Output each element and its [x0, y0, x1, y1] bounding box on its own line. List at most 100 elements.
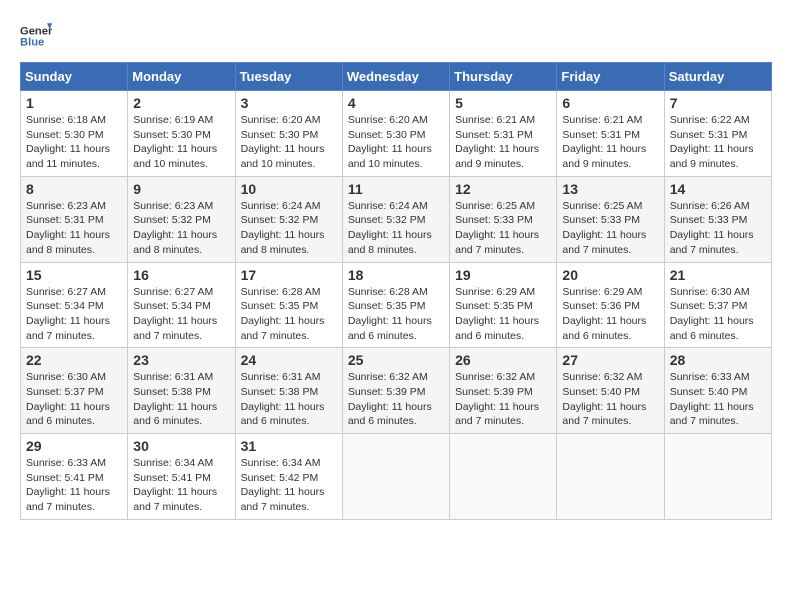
day-number: 3: [241, 95, 337, 111]
logo: General Blue: [20, 20, 52, 52]
day-number: 28: [670, 352, 766, 368]
day-info: Sunrise: 6:24 AMSunset: 5:32 PMDaylight:…: [241, 200, 325, 256]
day-info: Sunrise: 6:34 AMSunset: 5:42 PMDaylight:…: [241, 457, 325, 513]
svg-text:General: General: [20, 25, 52, 37]
day-info: Sunrise: 6:30 AMSunset: 5:37 PMDaylight:…: [26, 371, 110, 427]
day-number: 13: [562, 181, 658, 197]
day-info: Sunrise: 6:18 AMSunset: 5:30 PMDaylight:…: [26, 114, 110, 170]
calendar-cell: 25 Sunrise: 6:32 AMSunset: 5:39 PMDayligh…: [342, 348, 449, 434]
weekday-header-wednesday: Wednesday: [342, 63, 449, 91]
day-number: 20: [562, 267, 658, 283]
calendar-cell: 11 Sunrise: 6:24 AMSunset: 5:32 PMDayligh…: [342, 176, 449, 262]
day-number: 18: [348, 267, 444, 283]
day-info: Sunrise: 6:20 AMSunset: 5:30 PMDaylight:…: [348, 114, 432, 170]
day-number: 25: [348, 352, 444, 368]
calendar-header-row: SundayMondayTuesdayWednesdayThursdayFrid…: [21, 63, 772, 91]
day-info: Sunrise: 6:34 AMSunset: 5:41 PMDaylight:…: [133, 457, 217, 513]
calendar-table: SundayMondayTuesdayWednesdayThursdayFrid…: [20, 62, 772, 520]
day-number: 7: [670, 95, 766, 111]
day-number: 22: [26, 352, 122, 368]
calendar-cell: 22 Sunrise: 6:30 AMSunset: 5:37 PMDayligh…: [21, 348, 128, 434]
day-info: Sunrise: 6:24 AMSunset: 5:32 PMDaylight:…: [348, 200, 432, 256]
day-info: Sunrise: 6:19 AMSunset: 5:30 PMDaylight:…: [133, 114, 217, 170]
page-header: General Blue: [20, 20, 772, 52]
day-number: 31: [241, 438, 337, 454]
calendar-week-3: 15 Sunrise: 6:27 AMSunset: 5:34 PMDayligh…: [21, 262, 772, 348]
calendar-week-4: 22 Sunrise: 6:30 AMSunset: 5:37 PMDayligh…: [21, 348, 772, 434]
day-number: 21: [670, 267, 766, 283]
day-number: 8: [26, 181, 122, 197]
calendar-cell: 15 Sunrise: 6:27 AMSunset: 5:34 PMDayligh…: [21, 262, 128, 348]
day-number: 1: [26, 95, 122, 111]
calendar-cell: [342, 434, 449, 520]
day-info: Sunrise: 6:26 AMSunset: 5:33 PMDaylight:…: [670, 200, 754, 256]
day-number: 9: [133, 181, 229, 197]
calendar-cell: 29 Sunrise: 6:33 AMSunset: 5:41 PMDayligh…: [21, 434, 128, 520]
day-info: Sunrise: 6:32 AMSunset: 5:39 PMDaylight:…: [348, 371, 432, 427]
weekday-header-sunday: Sunday: [21, 63, 128, 91]
day-info: Sunrise: 6:23 AMSunset: 5:32 PMDaylight:…: [133, 200, 217, 256]
weekday-header-monday: Monday: [128, 63, 235, 91]
day-info: Sunrise: 6:28 AMSunset: 5:35 PMDaylight:…: [241, 286, 325, 342]
calendar-body: 1 Sunrise: 6:18 AMSunset: 5:30 PMDaylight…: [21, 91, 772, 520]
weekday-header-saturday: Saturday: [664, 63, 771, 91]
day-info: Sunrise: 6:23 AMSunset: 5:31 PMDaylight:…: [26, 200, 110, 256]
day-number: 29: [26, 438, 122, 454]
calendar-cell: 3 Sunrise: 6:20 AMSunset: 5:30 PMDaylight…: [235, 91, 342, 177]
calendar-cell: 28 Sunrise: 6:33 AMSunset: 5:40 PMDayligh…: [664, 348, 771, 434]
calendar-cell: [664, 434, 771, 520]
day-number: 30: [133, 438, 229, 454]
calendar-cell: 27Sunrise: 6:32 AMSunset: 5:40 PMDayligh…: [557, 348, 664, 434]
day-number: 2: [133, 95, 229, 111]
day-info: Sunrise: 6:25 AMSunset: 5:33 PMDaylight:…: [562, 200, 646, 256]
day-number: 14: [670, 181, 766, 197]
day-info: Sunrise: 6:29 AMSunset: 5:36 PMDaylight:…: [562, 286, 646, 342]
day-info: Sunrise: 6:31 AMSunset: 5:38 PMDaylight:…: [133, 371, 217, 427]
day-number: 6: [562, 95, 658, 111]
calendar-cell: 19Sunrise: 6:29 AMSunset: 5:35 PMDayligh…: [450, 262, 557, 348]
calendar-cell: 26 Sunrise: 6:32 AMSunset: 5:39 PMDayligh…: [450, 348, 557, 434]
day-number: 23: [133, 352, 229, 368]
calendar-cell: 18Sunrise: 6:28 AMSunset: 5:35 PMDayligh…: [342, 262, 449, 348]
weekday-header-tuesday: Tuesday: [235, 63, 342, 91]
calendar-cell: 8 Sunrise: 6:23 AMSunset: 5:31 PMDaylight…: [21, 176, 128, 262]
calendar-cell: 21 Sunrise: 6:30 AMSunset: 5:37 PMDayligh…: [664, 262, 771, 348]
day-info: Sunrise: 6:27 AMSunset: 5:34 PMDaylight:…: [26, 286, 110, 342]
day-number: 11: [348, 181, 444, 197]
day-info: Sunrise: 6:33 AMSunset: 5:41 PMDaylight:…: [26, 457, 110, 513]
day-number: 15: [26, 267, 122, 283]
calendar-cell: 14 Sunrise: 6:26 AMSunset: 5:33 PMDayligh…: [664, 176, 771, 262]
day-number: 16: [133, 267, 229, 283]
day-info: Sunrise: 6:30 AMSunset: 5:37 PMDaylight:…: [670, 286, 754, 342]
day-number: 26: [455, 352, 551, 368]
calendar-cell: 23 Sunrise: 6:31 AMSunset: 5:38 PMDayligh…: [128, 348, 235, 434]
calendar-cell: 31 Sunrise: 6:34 AMSunset: 5:42 PMDayligh…: [235, 434, 342, 520]
calendar-cell: 17Sunrise: 6:28 AMSunset: 5:35 PMDayligh…: [235, 262, 342, 348]
calendar-cell: 7Sunrise: 6:22 AMSunset: 5:31 PMDaylight…: [664, 91, 771, 177]
calendar-week-1: 1 Sunrise: 6:18 AMSunset: 5:30 PMDaylight…: [21, 91, 772, 177]
calendar-week-5: 29 Sunrise: 6:33 AMSunset: 5:41 PMDayligh…: [21, 434, 772, 520]
calendar-week-2: 8 Sunrise: 6:23 AMSunset: 5:31 PMDaylight…: [21, 176, 772, 262]
day-info: Sunrise: 6:21 AMSunset: 5:31 PMDaylight:…: [562, 114, 646, 170]
day-number: 24: [241, 352, 337, 368]
day-info: Sunrise: 6:29 AMSunset: 5:35 PMDaylight:…: [455, 286, 539, 342]
day-info: Sunrise: 6:32 AMSunset: 5:39 PMDaylight:…: [455, 371, 539, 427]
calendar-cell: [557, 434, 664, 520]
calendar-cell: 2 Sunrise: 6:19 AMSunset: 5:30 PMDaylight…: [128, 91, 235, 177]
calendar-cell: 10Sunrise: 6:24 AMSunset: 5:32 PMDayligh…: [235, 176, 342, 262]
day-info: Sunrise: 6:31 AMSunset: 5:38 PMDaylight:…: [241, 371, 325, 427]
calendar-cell: 13 Sunrise: 6:25 AMSunset: 5:33 PMDayligh…: [557, 176, 664, 262]
day-info: Sunrise: 6:20 AMSunset: 5:30 PMDaylight:…: [241, 114, 325, 170]
day-info: Sunrise: 6:27 AMSunset: 5:34 PMDaylight:…: [133, 286, 217, 342]
day-info: Sunrise: 6:33 AMSunset: 5:40 PMDaylight:…: [670, 371, 754, 427]
day-number: 5: [455, 95, 551, 111]
day-info: Sunrise: 6:25 AMSunset: 5:33 PMDaylight:…: [455, 200, 539, 256]
calendar-cell: 20 Sunrise: 6:29 AMSunset: 5:36 PMDayligh…: [557, 262, 664, 348]
day-info: Sunrise: 6:21 AMSunset: 5:31 PMDaylight:…: [455, 114, 539, 170]
calendar-cell: 5 Sunrise: 6:21 AMSunset: 5:31 PMDaylight…: [450, 91, 557, 177]
calendar-cell: [450, 434, 557, 520]
weekday-header-thursday: Thursday: [450, 63, 557, 91]
calendar-cell: 16 Sunrise: 6:27 AMSunset: 5:34 PMDayligh…: [128, 262, 235, 348]
calendar-cell: 9 Sunrise: 6:23 AMSunset: 5:32 PMDaylight…: [128, 176, 235, 262]
logo-icon: General Blue: [20, 20, 52, 52]
